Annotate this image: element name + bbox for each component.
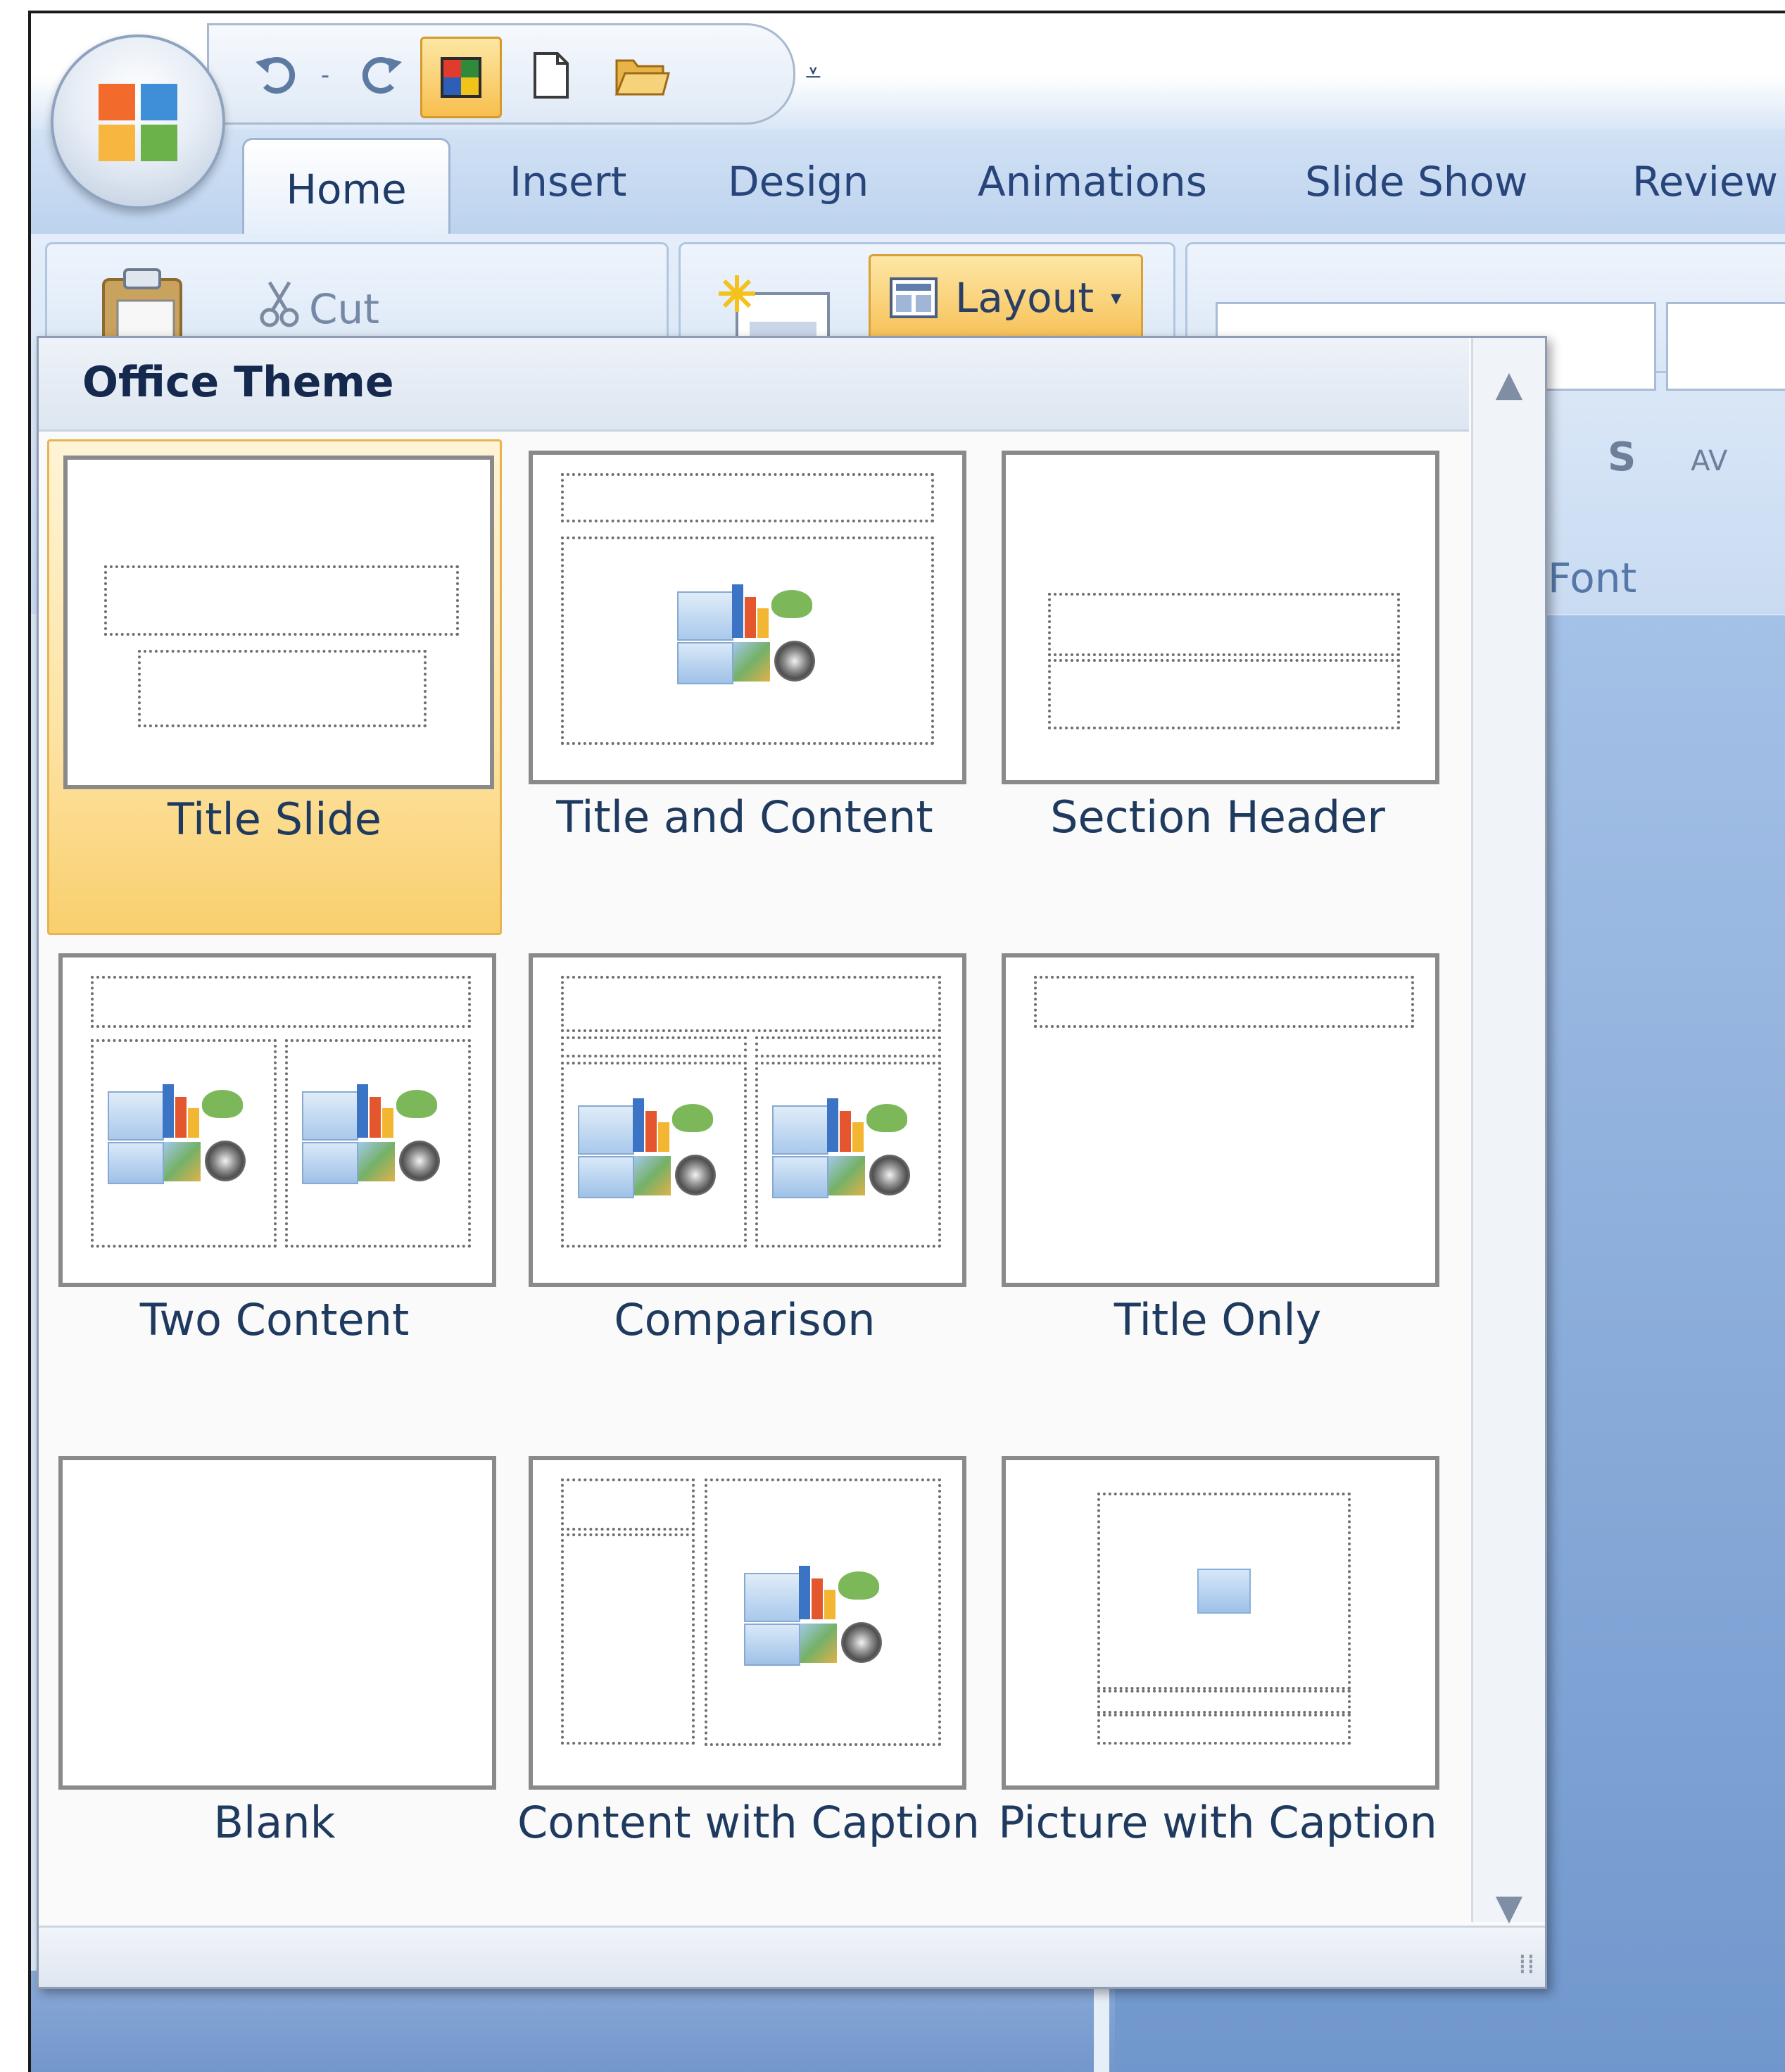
layout-two-content[interactable]: Two Content [47, 942, 502, 1438]
layout-title-slide[interactable]: Title Slide [47, 439, 502, 935]
tab-insert[interactable]: Insert [510, 158, 626, 206]
font-size-combo[interactable] [1666, 302, 1785, 391]
layout-label: Two Content [139, 1294, 410, 1345]
content-placeholder-icon [677, 584, 825, 684]
layout-thumbnail [1002, 1456, 1439, 1790]
layout-comparison[interactable]: Comparison [517, 942, 972, 1438]
chevron-down-icon: ▾ [1111, 285, 1122, 310]
redo-icon[interactable] [343, 37, 420, 114]
layout-thumbnail [63, 456, 494, 789]
layout-thumbnail [1002, 451, 1439, 784]
character-spacing-icon[interactable]: AV [1691, 445, 1727, 477]
layout-title-and-content[interactable]: Title and Content [517, 439, 972, 935]
office-logo-icon [90, 74, 186, 170]
quick-access-toolbar: - [207, 23, 795, 125]
layout-label: Picture with Caption [998, 1797, 1437, 1848]
layout-thumbnail [529, 953, 966, 1287]
scroll-up-icon[interactable]: ▲ [1473, 363, 1545, 404]
layout-icon [890, 277, 938, 318]
chevron-down-icon[interactable]: - [308, 37, 343, 114]
layout-label: Title and Content [556, 791, 933, 843]
resize-grip-icon[interactable]: ⁞⁞ [1518, 1949, 1535, 1980]
content-placeholder-icon [772, 1098, 920, 1198]
layout-label: Title Only [1114, 1294, 1322, 1345]
layout-thumbnail [58, 953, 496, 1287]
layout-blank[interactable]: Blank [47, 1445, 502, 1940]
ribbon-tabs: Home Insert Design Animations Slide Show… [31, 130, 1785, 239]
layout-thumbnail [529, 1456, 966, 1790]
layout-title-only[interactable]: Title Only [990, 942, 1445, 1438]
gallery-scrollbar[interactable]: ▲ ▼ [1471, 338, 1545, 1928]
layout-thumbnail [1002, 953, 1439, 1287]
layout-content-with-caption[interactable]: Content with Caption [517, 1445, 980, 1940]
office-button[interactable] [51, 34, 225, 209]
layout-label: Title Slide [168, 793, 381, 845]
title-bar: - ⩡ [31, 13, 1785, 130]
customize-qat-button[interactable]: ⩡ [805, 57, 821, 89]
content-placeholder-icon [108, 1084, 256, 1184]
layout-section-header[interactable]: Section Header [990, 439, 1445, 935]
scissors-icon [260, 281, 299, 327]
tab-slide-show[interactable]: Slide Show [1305, 158, 1527, 206]
layout-thumbnail [529, 451, 966, 784]
strikethrough-icon[interactable]: S [1608, 434, 1636, 480]
undo-icon[interactable] [237, 37, 315, 114]
gallery-footer: ⁞⁞ [39, 1926, 1545, 1987]
content-placeholder-icon [578, 1098, 726, 1198]
layout-picture-with-caption[interactable]: Picture with Caption [990, 1445, 1445, 1940]
layout-thumbnail [58, 1456, 496, 1790]
layout-gallery: Office Theme ▲ ▼ Title Slide Title and C… [37, 336, 1547, 1989]
layout-label: Section Header [1050, 791, 1385, 843]
gallery-header: Office Theme [39, 338, 1469, 432]
layout-label: Blank [213, 1797, 336, 1848]
scroll-down-icon[interactable]: ▼ [1473, 1887, 1545, 1928]
gallery-title: Office Theme [82, 358, 394, 407]
cut-button[interactable]: Cut [309, 285, 379, 333]
tab-home[interactable]: Home [242, 138, 450, 239]
layout-label: Content with Caption [517, 1797, 980, 1848]
app-window: - ⩡ Home Insert Design Animations Slide … [28, 11, 1785, 2072]
layout-button[interactable]: Layout ▾ [869, 254, 1143, 341]
tab-design[interactable]: Design [728, 158, 869, 206]
layout-label: Layout [955, 274, 1095, 322]
open-folder-icon[interactable] [603, 37, 681, 114]
content-placeholder-icon [302, 1084, 450, 1184]
tab-animations[interactable]: Animations [978, 158, 1207, 206]
layout-label: Comparison [614, 1294, 876, 1345]
picture-placeholder-icon [1197, 1569, 1251, 1614]
font-group-label: Font [1548, 554, 1637, 602]
content-placeholder-icon [744, 1566, 892, 1666]
tab-review[interactable]: Review [1632, 158, 1778, 206]
theme-icon[interactable] [420, 37, 502, 118]
font-tools: S AV [1608, 434, 1727, 480]
new-document-icon[interactable] [512, 37, 589, 114]
